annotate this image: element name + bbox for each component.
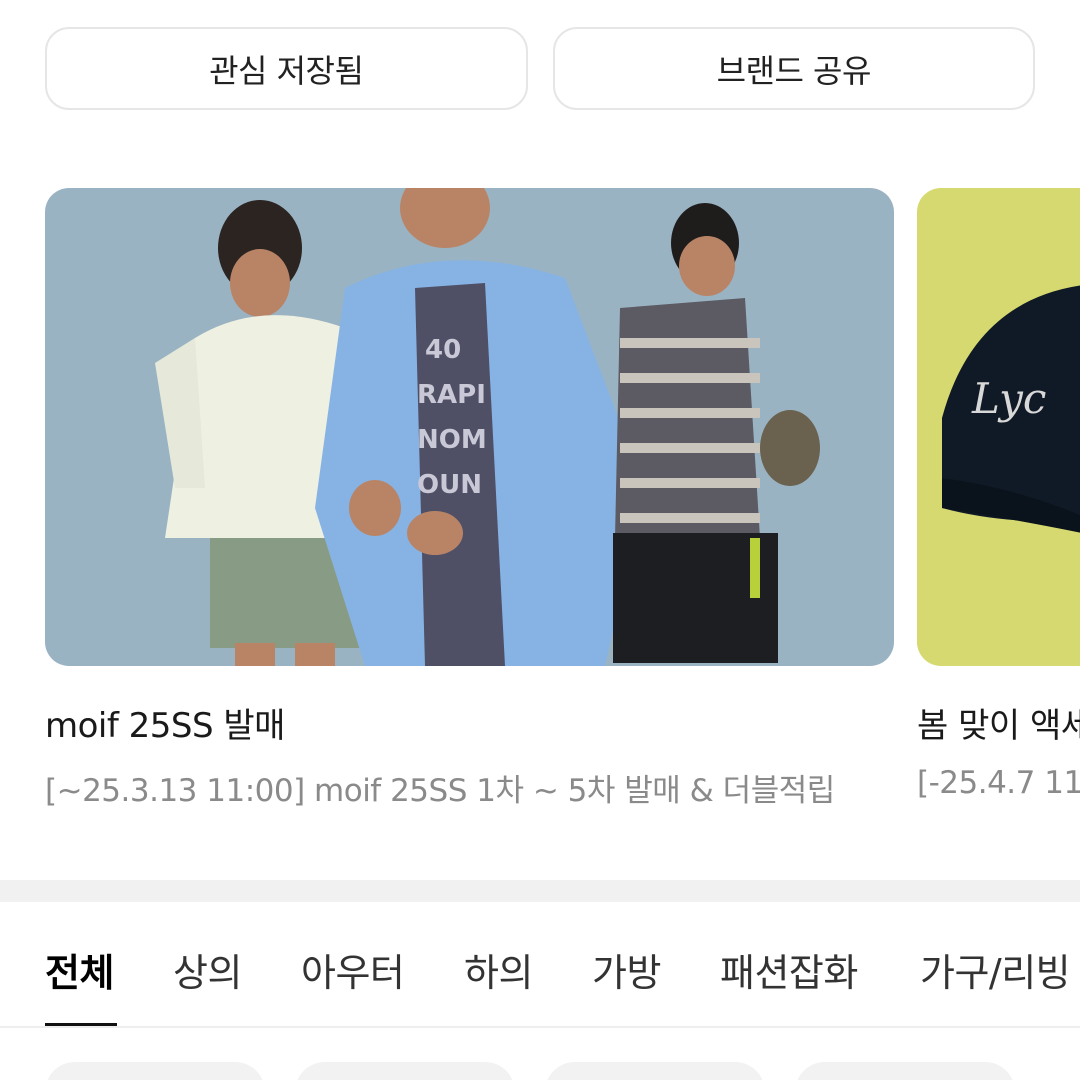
filter-chip[interactable] [295, 1062, 515, 1080]
category-tabs: 전체 상의 아우터 하의 가방 패션잡화 가구/리빙 [0, 902, 1080, 1028]
svg-text:RAPI: RAPI [417, 380, 486, 410]
models-photo-illustration: 40 RAPI NOM OUN [155, 188, 820, 666]
brand-share-button[interactable]: 브랜드 공유 [552, 27, 1035, 110]
tab-outer[interactable]: 아우터 [301, 942, 405, 997]
section-divider [0, 880, 1080, 902]
event-description: [-25.4.7 11 [917, 765, 1080, 801]
cap-photo-illustration: Lyc [942, 285, 1080, 533]
tab-fashion-goods[interactable]: 패션잡화 [720, 942, 858, 997]
event-carousel[interactable]: 40 RAPI NOM OUN moif 25SS 발매 [~25.3.13 1… [45, 188, 1080, 828]
tab-furniture-living[interactable]: 가구/리빙 [920, 942, 1071, 997]
filter-chip[interactable] [545, 1062, 765, 1080]
svg-text:NOM: NOM [417, 425, 487, 455]
filter-chip[interactable] [795, 1062, 1015, 1080]
event-banner-image[interactable]: Lyc [917, 188, 1080, 666]
event-banner-image[interactable]: 40 RAPI NOM OUN [45, 188, 894, 666]
svg-text:Lyc: Lyc [971, 374, 1046, 423]
event-title: moif 25SS 발매 [45, 706, 285, 746]
event-description: [~25.3.13 11:00] moif 25SS 1차 ~ 5차 발매 & … [45, 773, 835, 809]
favorite-saved-button[interactable]: 관심 저장됨 [45, 27, 528, 110]
event-title: 봄 맞이 액세 [917, 706, 1080, 746]
tab-all[interactable]: 전체 [45, 942, 114, 997]
event-card[interactable]: 40 RAPI NOM OUN moif 25SS 발매 [~25.3.13 1… [45, 188, 894, 810]
svg-text:OUN: OUN [417, 470, 482, 500]
tabs-divider [0, 1026, 1080, 1028]
tab-tops[interactable]: 상의 [173, 942, 242, 997]
filter-chip[interactable] [45, 1062, 265, 1080]
brand-actions: 관심 저장됨 브랜드 공유 [45, 27, 1035, 110]
event-card[interactable]: Lyc 봄 맞이 액세 [-25.4.7 11 [917, 188, 1080, 801]
svg-text:40: 40 [425, 335, 461, 365]
filter-chips [0, 1062, 1080, 1080]
tab-bags[interactable]: 가방 [592, 942, 661, 997]
tab-bottoms[interactable]: 하의 [464, 942, 533, 997]
